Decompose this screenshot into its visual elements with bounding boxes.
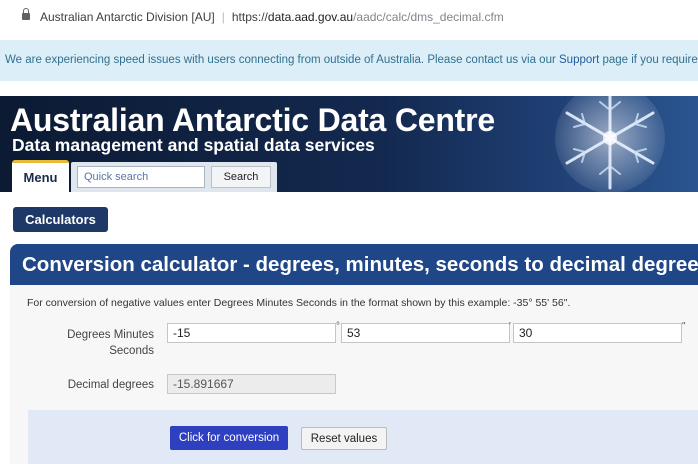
header-tabs: Menu Search [12, 160, 277, 192]
degrees-unit: ° [336, 321, 340, 332]
page-title: Conversion calculator - degrees, minutes… [10, 244, 698, 285]
quick-search-input[interactable] [77, 166, 205, 188]
reset-button[interactable]: Reset values [301, 427, 387, 450]
site-identity[interactable]: Australian Antarctic Division [AU] [40, 10, 215, 24]
decimal-degrees-output: -15.891667 [167, 374, 336, 394]
browser-address-bar[interactable]: Australian Antarctic Division [AU] | htt… [0, 0, 698, 33]
convert-button[interactable]: Click for conversion [170, 426, 288, 450]
seconds-unit: " [682, 321, 686, 332]
url-protocol: https:// [231, 9, 268, 24]
menu-tab[interactable]: Menu [12, 160, 69, 192]
site-banner: Australian Antarctic Data Centre Data ma… [0, 96, 698, 192]
dms-label: Degrees Minutes Seconds [67, 329, 154, 357]
lock-icon [22, 7, 30, 21]
url-separator: | [221, 9, 225, 24]
url-path: /aadc/calc/dms_decimal.cfm [353, 9, 504, 24]
site-subtitle: Data management and spatial data service… [12, 135, 375, 155]
search-button[interactable]: Search [211, 166, 271, 188]
notice-text-after: page if you require assistance. [602, 54, 698, 66]
site-title[interactable]: Australian Antarctic Data Centre [10, 102, 495, 139]
snowflake-image [555, 96, 665, 192]
support-link[interactable]: Support [559, 54, 599, 66]
degrees-input[interactable] [167, 323, 336, 343]
instruction-text: For conversion of negative values enter … [27, 297, 571, 309]
url-host: data.aad.gov.au [267, 9, 354, 24]
notice-text-before: We are experiencing speed issues with us… [5, 54, 559, 66]
quick-search-container: Search [71, 162, 277, 192]
seconds-input[interactable] [513, 323, 682, 343]
decimal-degrees-label: Decimal degrees [67, 379, 154, 391]
minutes-input[interactable] [341, 323, 510, 343]
minutes-unit: ' [509, 321, 511, 332]
calculators-button[interactable]: Calculators [13, 207, 108, 232]
speed-notice: We are experiencing speed issues with us… [0, 40, 698, 81]
